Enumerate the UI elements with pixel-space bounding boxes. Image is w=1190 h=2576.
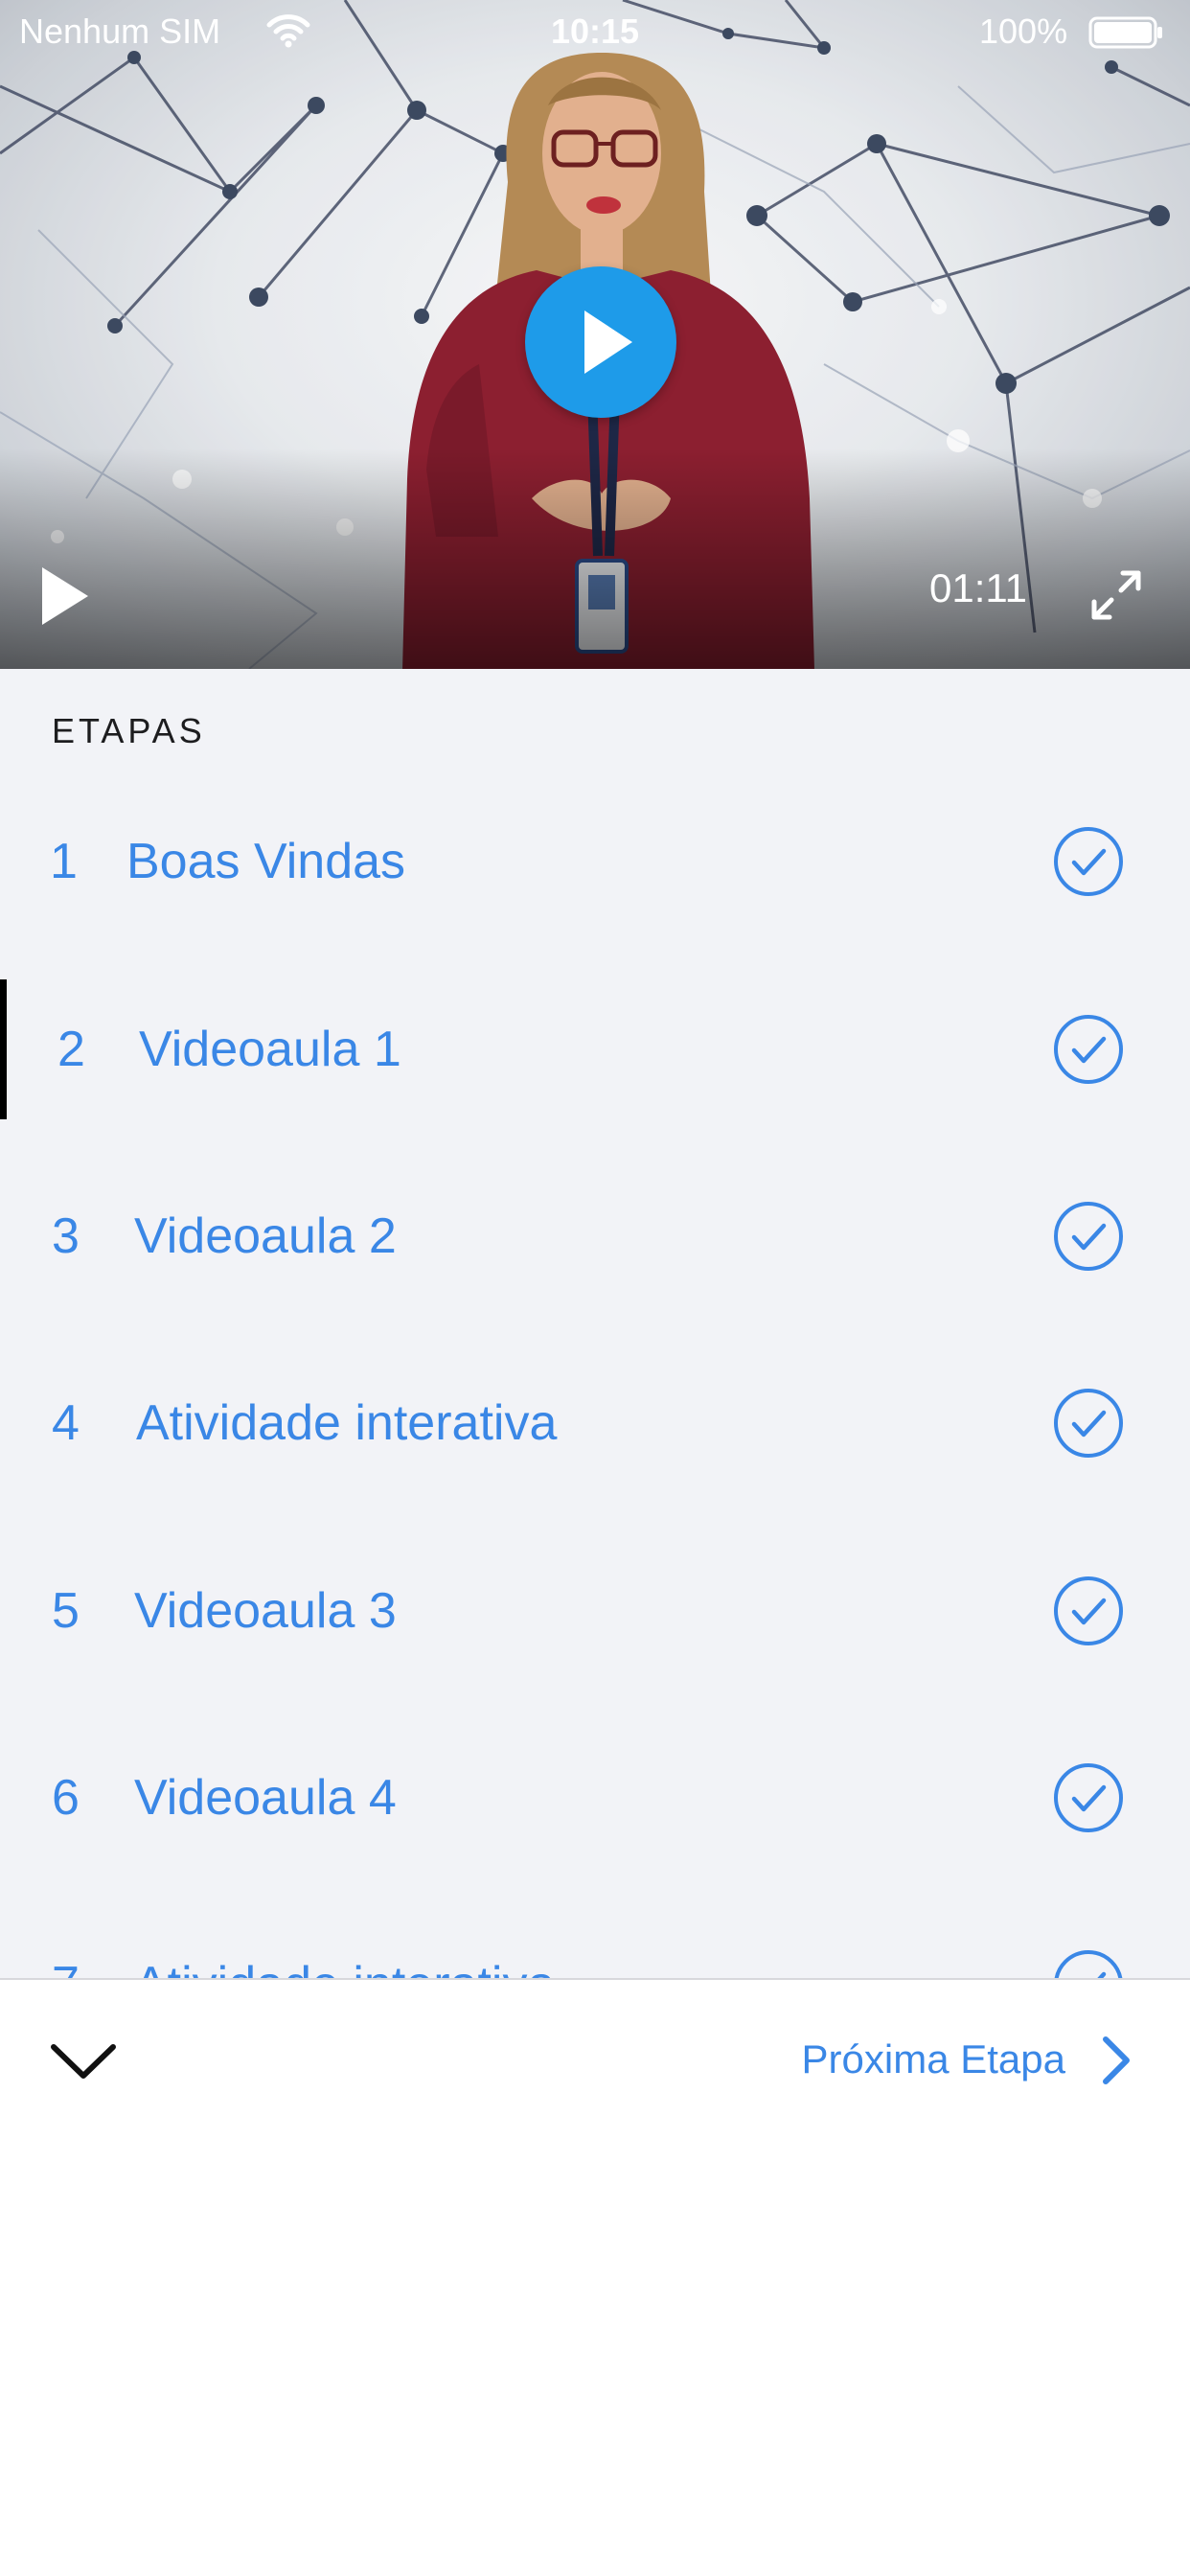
step-title: Videoaula 3 <box>134 1583 397 1639</box>
step-row[interactable]: 6 Videoaula 4 <box>0 1726 1190 1870</box>
fullscreen-icon[interactable] <box>1088 567 1144 623</box>
step-title: Atividade interativa <box>134 1956 555 1978</box>
play-button[interactable] <box>525 266 676 418</box>
chevron-right-icon <box>1103 2036 1130 2084</box>
step-row[interactable]: 5 Videoaula 3 <box>0 1539 1190 1683</box>
bottom-bar: Próxima Etapa <box>0 1978 1190 2576</box>
steps-list[interactable]: ETAPAS 1 Boas Vindas 2 Videoaula 1 3 Vid… <box>0 669 1190 1978</box>
step-number: 2 <box>57 1022 85 1077</box>
play-icon <box>584 310 632 374</box>
check-circle-icon <box>1054 827 1123 896</box>
chevron-down-icon[interactable] <box>48 2037 119 2083</box>
control-play-button[interactable] <box>42 567 92 625</box>
battery-percentage: 100% <box>979 12 1068 51</box>
step-number: 6 <box>52 1770 80 1826</box>
step-title: Videoaula 4 <box>134 1770 397 1826</box>
step-title: Videoaula 2 <box>134 1208 397 1264</box>
step-row[interactable]: 1 Boas Vindas <box>0 790 1190 933</box>
video-shade <box>0 448 1190 669</box>
check-circle-icon <box>1054 1202 1123 1271</box>
step-number: 4 <box>52 1395 80 1451</box>
check-circle-icon <box>1054 1389 1123 1458</box>
next-step-label: Próxima Etapa <box>801 2036 1065 2082</box>
lesson-screen: Nenhum SIM 10:15 100% 01:11 ETAPAS 1 Boa… <box>0 0 1190 2576</box>
step-title: Videoaula 1 <box>139 1022 401 1077</box>
step-number: 7 <box>52 1956 80 1978</box>
video-player[interactable]: Nenhum SIM 10:15 100% 01:11 <box>0 0 1190 669</box>
check-circle-icon <box>1054 1576 1123 1645</box>
step-title: Boas Vindas <box>126 834 406 889</box>
step-number: 3 <box>52 1208 80 1264</box>
step-title: Atividade interativa <box>136 1395 558 1451</box>
step-row[interactable]: 4 Atividade interativa <box>0 1351 1190 1495</box>
step-number: 5 <box>52 1583 80 1639</box>
video-time: 01:11 <box>929 565 1027 610</box>
step-row[interactable]: 2 Videoaula 1 <box>0 978 1190 1121</box>
check-circle-icon <box>1054 1763 1123 1832</box>
step-row[interactable]: 3 Videoaula 2 <box>0 1164 1190 1308</box>
next-step-button[interactable]: Próxima Etapa <box>767 2016 1150 2103</box>
step-row[interactable]: 7 Atividade interativa <box>0 1913 1190 1978</box>
check-circle-icon <box>1054 1950 1123 1978</box>
section-header: ETAPAS <box>52 711 206 750</box>
step-number: 1 <box>50 834 78 889</box>
play-icon <box>42 567 88 625</box>
check-circle-icon <box>1054 1015 1123 1084</box>
status-bar: Nenhum SIM 10:15 100% <box>0 0 1190 63</box>
battery-icon <box>1088 16 1162 49</box>
